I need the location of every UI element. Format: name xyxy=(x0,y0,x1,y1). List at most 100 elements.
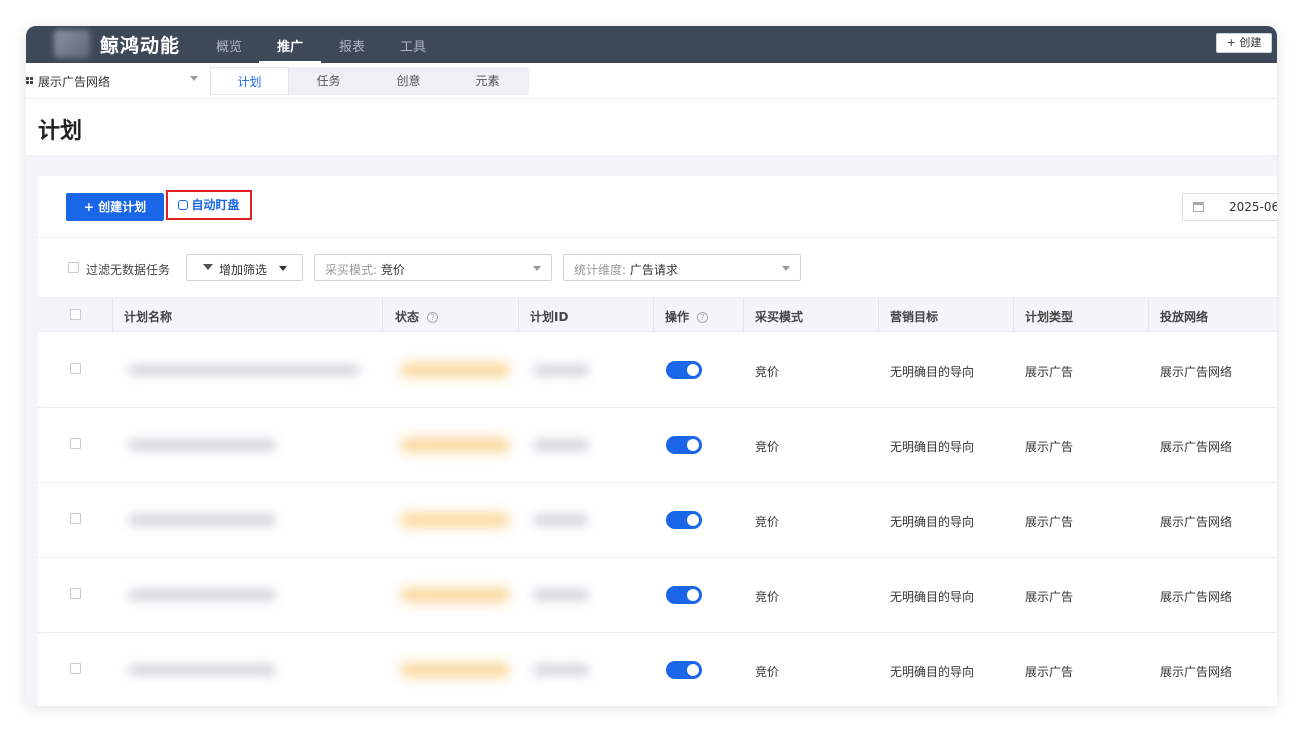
auto-monitor-button[interactable]: 自动盯盘 xyxy=(166,190,252,220)
hide-empty-checkbox[interactable] xyxy=(68,262,79,273)
goal-cell: 无明确目的导向 xyxy=(890,590,975,604)
date-range-picker[interactable]: 2025-06- xyxy=(1182,193,1277,221)
nav-overview[interactable]: 概览 xyxy=(216,36,242,55)
select-all-checkbox[interactable] xyxy=(70,309,81,320)
help-icon[interactable]: ? xyxy=(427,312,439,323)
content-card: + 创建计划 自动盯盘 2025-06- 过滤无数据任务 增加筛选 采买模式: … xyxy=(38,176,1277,706)
chevron-down-icon xyxy=(782,266,790,271)
top-navigation-bar: 鲸鸿动能 概览 推广 报表 工具 + 创建 xyxy=(26,26,1277,63)
table-row[interactable]: 竞价 无明确目的导向 展示广告 展示广告网络 xyxy=(38,633,1277,706)
status-redacted xyxy=(400,663,510,677)
divider xyxy=(38,237,1277,238)
plan-id-redacted xyxy=(533,589,589,601)
row-checkbox[interactable] xyxy=(70,363,81,374)
status-redacted xyxy=(400,588,510,602)
col-network[interactable]: 投放网络 xyxy=(1160,308,1208,325)
page-title: 计划 xyxy=(38,119,83,144)
plan-id-redacted xyxy=(533,364,589,376)
help-icon[interactable]: ? xyxy=(697,312,709,323)
plan-toggle[interactable] xyxy=(666,511,702,529)
network-cell: 展示广告网络 xyxy=(1160,665,1233,679)
network-cell: 展示广告网络 xyxy=(1160,515,1233,529)
network-select[interactable]: 展示广告网络 xyxy=(38,73,110,90)
network-cell: 展示广告网络 xyxy=(1160,440,1233,454)
caret-down-icon xyxy=(279,266,287,271)
network-cell: 展示广告网络 xyxy=(1160,365,1233,379)
col-purchase-mode[interactable]: 采买模式 xyxy=(755,308,803,325)
date-value: 2025-06- xyxy=(1229,200,1277,214)
logo-icon xyxy=(54,30,90,58)
purchase-mode-select[interactable]: 采买模式: 竞价 xyxy=(314,254,552,281)
create-button[interactable]: + 创建 xyxy=(1216,33,1272,53)
status-redacted xyxy=(400,438,510,452)
dimension-label: 统计维度: xyxy=(574,263,627,277)
network-cell: 展示广告网络 xyxy=(1160,590,1233,604)
add-filter-label: 增加筛选 xyxy=(219,263,268,277)
plan-type-cell: 展示广告 xyxy=(1025,665,1074,679)
tab-creative[interactable]: 创意 xyxy=(369,67,448,95)
plan-id-redacted xyxy=(533,439,589,451)
plan-id-redacted xyxy=(533,514,589,526)
nav-promotion[interactable]: 推广 xyxy=(277,36,303,55)
monitor-icon xyxy=(178,200,189,210)
row-checkbox[interactable] xyxy=(70,663,81,674)
purchase-mode-cell: 竞价 xyxy=(755,590,780,604)
col-plan-id[interactable]: 计划ID xyxy=(530,308,568,325)
create-plan-button[interactable]: + 创建计划 xyxy=(66,193,164,221)
row-checkbox[interactable] xyxy=(70,588,81,599)
tab-plan[interactable]: 计划 xyxy=(210,67,289,95)
plan-name-redacted xyxy=(128,589,276,601)
col-operation[interactable]: 操作? xyxy=(665,308,709,325)
plan-name-redacted xyxy=(128,664,276,676)
plan-type-cell: 展示广告 xyxy=(1025,515,1074,529)
plan-name-redacted xyxy=(128,439,276,451)
table-row[interactable]: 竞价 无明确目的导向 展示广告 展示广告网络 xyxy=(38,483,1277,558)
calendar-icon xyxy=(1193,202,1204,212)
nav-tools[interactable]: 工具 xyxy=(400,36,426,55)
plan-name-redacted xyxy=(128,364,360,376)
purchase-mode-cell: 竞价 xyxy=(755,365,780,379)
plan-name-redacted xyxy=(128,514,276,526)
col-marketing-goal[interactable]: 营销目标 xyxy=(890,308,938,325)
add-filter-button[interactable]: 增加筛选 xyxy=(186,254,303,281)
filter-icon xyxy=(203,264,213,270)
goal-cell: 无明确目的导向 xyxy=(890,365,975,379)
plan-toggle[interactable] xyxy=(666,661,702,679)
app-window: 鲸鸿动能 概览 推广 报表 工具 + 创建 展示广告网络 计划 任务 创意 元素… xyxy=(26,26,1277,706)
chevron-down-icon[interactable] xyxy=(190,76,198,81)
purchase-mode-cell: 竞价 xyxy=(755,515,780,529)
row-checkbox[interactable] xyxy=(70,513,81,524)
plan-toggle[interactable] xyxy=(666,436,702,454)
goal-cell: 无明确目的导向 xyxy=(890,440,975,454)
table-row[interactable]: 竞价 无明确目的导向 展示广告 展示广告网络 xyxy=(38,333,1277,408)
auto-monitor-label: 自动盯盘 xyxy=(191,198,240,212)
table-row[interactable]: 竞价 无明确目的导向 展示广告 展示广告网络 xyxy=(38,558,1277,633)
plan-type-cell: 展示广告 xyxy=(1025,365,1074,379)
tab-task[interactable]: 任务 xyxy=(289,67,368,95)
dimension-select[interactable]: 统计维度: 广告请求 xyxy=(563,254,801,281)
goal-cell: 无明确目的导向 xyxy=(890,515,975,529)
table-header: 计划名称 状态? 计划ID 操作? 采买模式 营销目标 计划类型 投放网络 xyxy=(38,297,1277,333)
sub-tabs: 计划 任务 创意 元素 xyxy=(210,67,529,95)
col-plan-type[interactable]: 计划类型 xyxy=(1025,308,1073,325)
row-checkbox[interactable] xyxy=(70,438,81,449)
purchase-mode-value: 竞价 xyxy=(380,263,405,277)
plan-type-cell: 展示广告 xyxy=(1025,590,1074,604)
nav-reports[interactable]: 报表 xyxy=(339,36,365,55)
plan-type-cell: 展示广告 xyxy=(1025,440,1074,454)
plan-toggle[interactable] xyxy=(666,586,702,604)
status-redacted xyxy=(400,363,510,377)
filter-row: 过滤无数据任务 增加筛选 采买模式: 竞价 统计维度: 广告请求 xyxy=(38,254,1277,282)
col-plan-name[interactable]: 计划名称 xyxy=(124,308,172,325)
purchase-mode-cell: 竞价 xyxy=(755,665,780,679)
sub-navigation: 展示广告网络 计划 任务 创意 元素 xyxy=(26,63,1277,99)
tab-element[interactable]: 元素 xyxy=(448,67,527,95)
goal-cell: 无明确目的导向 xyxy=(890,665,975,679)
col-status[interactable]: 状态? xyxy=(395,308,439,325)
plan-toggle[interactable] xyxy=(666,361,702,379)
table-row[interactable]: 竞价 无明确目的导向 展示广告 展示广告网络 xyxy=(38,408,1277,483)
purchase-mode-cell: 竞价 xyxy=(755,440,780,454)
chevron-down-icon xyxy=(533,266,541,271)
brand-name: 鲸鸿动能 xyxy=(100,35,181,57)
plan-id-redacted xyxy=(533,664,589,676)
